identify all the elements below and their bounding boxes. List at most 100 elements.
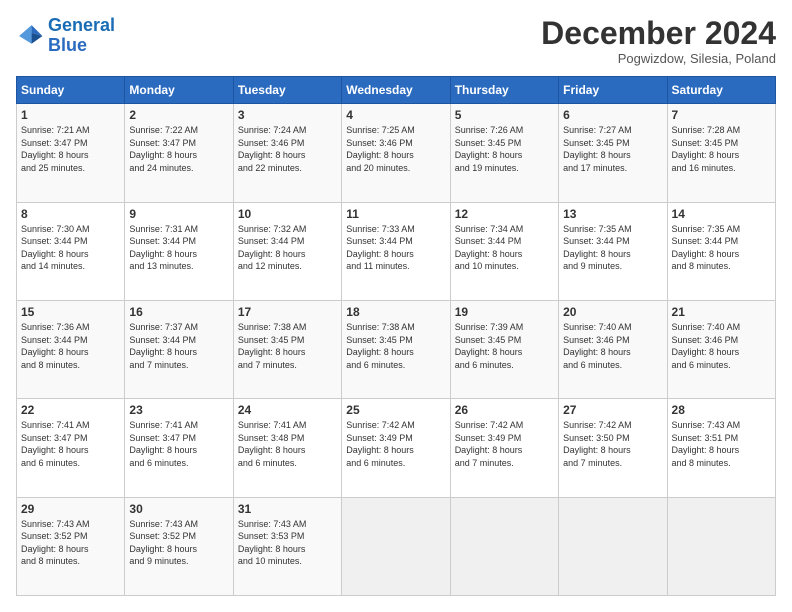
calendar-cell [450,497,558,595]
calendar-cell [667,497,775,595]
day-info: Sunrise: 7:31 AMSunset: 3:44 PMDaylight:… [129,223,228,273]
calendar-cell: 6 Sunrise: 7:27 AMSunset: 3:45 PMDaylight… [559,104,667,202]
calendar-cell: 27Sunrise: 7:42 AMSunset: 3:50 PMDayligh… [559,399,667,497]
day-info: Sunrise: 7:36 AMSunset: 3:44 PMDaylight:… [21,321,120,371]
day-info: Sunrise: 7:42 AMSunset: 3:50 PMDaylight:… [563,419,662,469]
calendar-week-2: 8Sunrise: 7:30 AMSunset: 3:44 PMDaylight… [17,202,776,300]
calendar-week-1: 1 Sunrise: 7:21 AMSunset: 3:47 PMDaylight… [17,104,776,202]
calendar-cell [342,497,450,595]
calendar-body: 1 Sunrise: 7:21 AMSunset: 3:47 PMDaylight… [17,104,776,596]
calendar-cell: 4 Sunrise: 7:25 AMSunset: 3:46 PMDaylight… [342,104,450,202]
calendar-cell: 31Sunrise: 7:43 AMSunset: 3:53 PMDayligh… [233,497,341,595]
day-number: 15 [21,305,120,319]
logo: General Blue [16,16,115,56]
day-number: 7 [672,108,771,122]
day-number: 16 [129,305,228,319]
calendar-cell: 10 Sunrise: 7:32 AMSunset: 3:44 PMDayligh… [233,202,341,300]
calendar-week-5: 29 Sunrise: 7:43 AMSunset: 3:52 PMDayligh… [17,497,776,595]
col-sunday: Sunday [17,77,125,104]
day-number: 13 [563,207,662,221]
calendar-cell: 17 Sunrise: 7:38 AMSunset: 3:45 PMDayligh… [233,300,341,398]
col-friday: Friday [559,77,667,104]
calendar-cell [559,497,667,595]
day-number: 10 [238,207,337,221]
day-number: 11 [346,207,445,221]
calendar-cell: 22Sunrise: 7:41 AMSunset: 3:47 PMDayligh… [17,399,125,497]
day-info: Sunrise: 7:27 AMSunset: 3:45 PMDaylight:… [563,124,662,174]
calendar-subtitle: Pogwizdow, Silesia, Poland [541,51,776,66]
calendar-week-3: 15 Sunrise: 7:36 AMSunset: 3:44 PMDayligh… [17,300,776,398]
day-info: Sunrise: 7:24 AMSunset: 3:46 PMDaylight:… [238,124,337,174]
day-info: Sunrise: 7:40 AMSunset: 3:46 PMDaylight:… [672,321,771,371]
day-number: 17 [238,305,337,319]
day-number: 14 [672,207,771,221]
day-info: Sunrise: 7:41 AMSunset: 3:47 PMDaylight:… [129,419,228,469]
day-info: Sunrise: 7:38 AMSunset: 3:45 PMDaylight:… [346,321,445,371]
header: General Blue December 2024 Pogwizdow, Si… [16,16,776,66]
calendar-cell: 16 Sunrise: 7:37 AMSunset: 3:44 PMDayligh… [125,300,233,398]
day-info: Sunrise: 7:32 AMSunset: 3:44 PMDaylight:… [238,223,337,273]
col-wednesday: Wednesday [342,77,450,104]
calendar-cell: 30Sunrise: 7:43 AMSunset: 3:52 PMDayligh… [125,497,233,595]
day-number: 23 [129,403,228,417]
day-info: Sunrise: 7:39 AMSunset: 3:45 PMDaylight:… [455,321,554,371]
calendar-cell: 28 Sunrise: 7:43 AMSunset: 3:51 PMDayligh… [667,399,775,497]
day-info: Sunrise: 7:43 AMSunset: 3:53 PMDaylight:… [238,518,337,568]
day-info: Sunrise: 7:33 AMSunset: 3:44 PMDaylight:… [346,223,445,273]
day-number: 25 [346,403,445,417]
day-number: 9 [129,207,228,221]
day-number: 22 [21,403,120,417]
day-info: Sunrise: 7:28 AMSunset: 3:45 PMDaylight:… [672,124,771,174]
day-number: 30 [129,502,228,516]
calendar-cell: 2Sunrise: 7:22 AMSunset: 3:47 PMDaylight… [125,104,233,202]
day-info: Sunrise: 7:35 AMSunset: 3:44 PMDaylight:… [672,223,771,273]
day-info: Sunrise: 7:42 AMSunset: 3:49 PMDaylight:… [455,419,554,469]
page: General Blue December 2024 Pogwizdow, Si… [0,0,792,612]
day-number: 18 [346,305,445,319]
calendar-cell: 9 Sunrise: 7:31 AMSunset: 3:44 PMDaylight… [125,202,233,300]
day-info: Sunrise: 7:37 AMSunset: 3:44 PMDaylight:… [129,321,228,371]
day-info: Sunrise: 7:25 AMSunset: 3:46 PMDaylight:… [346,124,445,174]
logo-general: General [48,15,115,35]
col-thursday: Thursday [450,77,558,104]
calendar-cell: 5Sunrise: 7:26 AMSunset: 3:45 PMDaylight… [450,104,558,202]
calendar-table: Sunday Monday Tuesday Wednesday Thursday… [16,76,776,596]
calendar-cell: 23 Sunrise: 7:41 AMSunset: 3:47 PMDayligh… [125,399,233,497]
calendar-cell: 25Sunrise: 7:42 AMSunset: 3:49 PMDayligh… [342,399,450,497]
day-info: Sunrise: 7:41 AMSunset: 3:48 PMDaylight:… [238,419,337,469]
day-number: 26 [455,403,554,417]
logo-blue: Blue [48,35,87,55]
calendar-cell: 18 Sunrise: 7:38 AMSunset: 3:45 PMDayligh… [342,300,450,398]
day-number: 1 [21,108,120,122]
col-tuesday: Tuesday [233,77,341,104]
day-info: Sunrise: 7:38 AMSunset: 3:45 PMDaylight:… [238,321,337,371]
day-number: 29 [21,502,120,516]
calendar-cell: 7 Sunrise: 7:28 AMSunset: 3:45 PMDaylight… [667,104,775,202]
day-number: 21 [672,305,771,319]
col-saturday: Saturday [667,77,775,104]
day-info: Sunrise: 7:22 AMSunset: 3:47 PMDaylight:… [129,124,228,174]
day-number: 4 [346,108,445,122]
calendar-cell: 19 Sunrise: 7:39 AMSunset: 3:45 PMDayligh… [450,300,558,398]
day-info: Sunrise: 7:40 AMSunset: 3:46 PMDaylight:… [563,321,662,371]
calendar-cell: 14 Sunrise: 7:35 AMSunset: 3:44 PMDayligh… [667,202,775,300]
calendar-cell: 24 Sunrise: 7:41 AMSunset: 3:48 PMDayligh… [233,399,341,497]
day-number: 24 [238,403,337,417]
day-info: Sunrise: 7:43 AMSunset: 3:51 PMDaylight:… [672,419,771,469]
day-number: 19 [455,305,554,319]
logo-icon [16,22,44,50]
title-block: December 2024 Pogwizdow, Silesia, Poland [541,16,776,66]
calendar-cell: 26 Sunrise: 7:42 AMSunset: 3:49 PMDayligh… [450,399,558,497]
day-number: 28 [672,403,771,417]
day-info: Sunrise: 7:21 AMSunset: 3:47 PMDaylight:… [21,124,120,174]
day-info: Sunrise: 7:43 AMSunset: 3:52 PMDaylight:… [21,518,120,568]
calendar-cell: 21 Sunrise: 7:40 AMSunset: 3:46 PMDayligh… [667,300,775,398]
day-number: 3 [238,108,337,122]
logo-text: General Blue [48,16,115,56]
calendar-cell: 12Sunrise: 7:34 AMSunset: 3:44 PMDayligh… [450,202,558,300]
calendar-cell: 11 Sunrise: 7:33 AMSunset: 3:44 PMDayligh… [342,202,450,300]
day-number: 6 [563,108,662,122]
calendar-cell: 29 Sunrise: 7:43 AMSunset: 3:52 PMDayligh… [17,497,125,595]
calendar-cell: 1 Sunrise: 7:21 AMSunset: 3:47 PMDaylight… [17,104,125,202]
header-row: Sunday Monday Tuesday Wednesday Thursday… [17,77,776,104]
